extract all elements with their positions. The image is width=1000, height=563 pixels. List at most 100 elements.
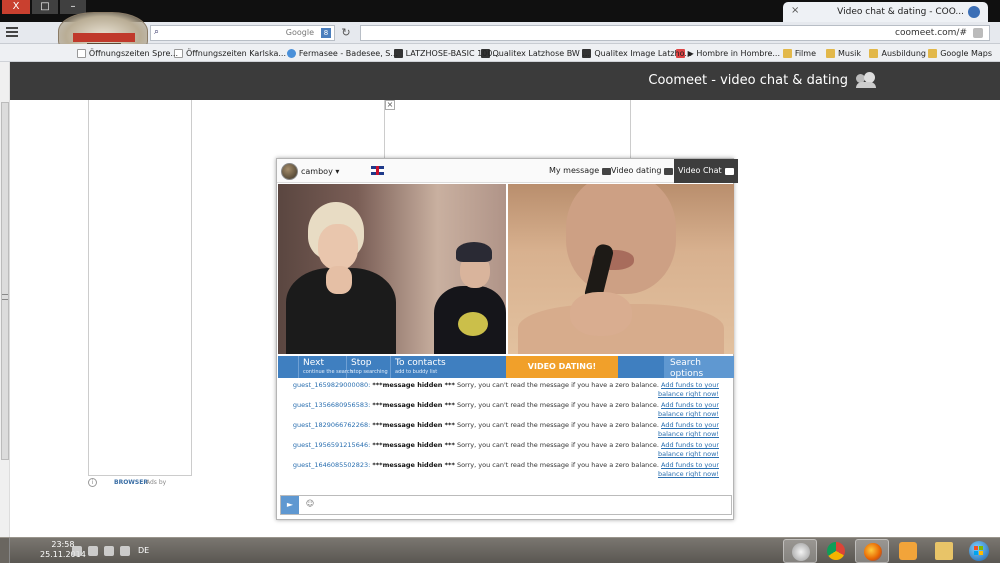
add-funds-link[interactable]: Add funds to your balance right now! bbox=[658, 461, 719, 478]
tab-my-message[interactable]: My message bbox=[549, 159, 612, 183]
scrollbar-thumb[interactable] bbox=[1, 102, 9, 460]
search-input[interactable]: ⌕ Google 8 bbox=[150, 25, 335, 41]
message-user[interactable]: guest_1659829000080: bbox=[293, 381, 370, 389]
reload-icon[interactable]: ↻ bbox=[338, 25, 354, 41]
avatar bbox=[281, 162, 298, 180]
send-button[interactable]: ► bbox=[281, 496, 299, 514]
windows-logo-icon bbox=[969, 541, 989, 561]
bookmark-item[interactable]: Öffnungszeiten Spre... bbox=[76, 47, 178, 59]
taskbar-app-paint[interactable] bbox=[783, 539, 817, 563]
flag-icon[interactable] bbox=[88, 546, 98, 556]
user-menu[interactable]: camboy ▾ bbox=[281, 162, 339, 180]
page-scrollbar[interactable] bbox=[0, 62, 10, 563]
list-item: guest_1659829000080: ***message hidden *… bbox=[292, 381, 719, 398]
envelope-icon bbox=[602, 167, 612, 175]
paint-icon bbox=[792, 543, 810, 561]
volume-icon[interactable] bbox=[72, 546, 82, 556]
network-icon[interactable] bbox=[104, 546, 114, 556]
ad-brand[interactable]: BROWSER bbox=[114, 479, 148, 486]
page-icon bbox=[973, 28, 983, 38]
page-icon bbox=[76, 48, 86, 58]
info-icon[interactable]: i bbox=[88, 478, 97, 487]
language-indicator[interactable]: DE bbox=[138, 546, 149, 555]
site-header: Coomeet - video chat & dating bbox=[10, 62, 1000, 100]
taskbar-app-firefox[interactable] bbox=[855, 539, 889, 563]
message-user[interactable]: guest_1646085502823: bbox=[293, 461, 370, 469]
search-badge: 8 bbox=[321, 28, 331, 38]
search-icon[interactable]: ⌕ bbox=[154, 27, 159, 37]
search-options-button[interactable]: Search options bbox=[664, 356, 734, 379]
site-title: Coomeet - video chat & dating bbox=[648, 73, 848, 88]
list-item: guest_1829066762268: ***message hidden *… bbox=[292, 421, 719, 438]
list-item: guest_1356680956583: ***message hidden *… bbox=[292, 401, 719, 418]
menu-icon[interactable] bbox=[6, 27, 18, 39]
message-user[interactable]: guest_1829066762268: bbox=[293, 421, 370, 429]
tab-close-icon[interactable]: × bbox=[791, 5, 799, 16]
bookmark-item[interactable]: Fermasee - Badesee, S... bbox=[286, 47, 398, 59]
start-button[interactable] bbox=[966, 539, 992, 563]
url-text: coomeet.com/# bbox=[895, 28, 967, 38]
windows-taskbar: 23:58 25.11.2014 DE bbox=[0, 537, 1000, 563]
globe-icon bbox=[286, 48, 296, 58]
to-contacts-button[interactable]: To contacts add to buddy list bbox=[390, 356, 456, 378]
folder-icon bbox=[935, 542, 953, 560]
add-funds-link[interactable]: Add funds to your balance right now! bbox=[658, 381, 719, 398]
favicon-icon bbox=[968, 6, 980, 18]
ad-panel-left bbox=[88, 100, 192, 476]
ad-footer-left: i BROWSER Ads by bbox=[88, 478, 192, 490]
bookmark-item[interactable]: Google Maps bbox=[928, 47, 992, 59]
message-user[interactable]: guest_1956591215646: bbox=[293, 441, 370, 449]
tab-video-chat[interactable]: Video Chat bbox=[674, 159, 738, 183]
next-button[interactable]: Next continue the search bbox=[298, 356, 353, 378]
browser-tab-bar: X □ – + Video chat & dating - COO... × bbox=[0, 0, 1000, 22]
bookmark-item[interactable]: LATZHOSE-BASIC 100... bbox=[393, 47, 500, 59]
window-close-button[interactable]: X bbox=[2, 0, 30, 14]
browser-toolbar: ⌕ Google 8 ↻ coomeet.com/# bbox=[0, 22, 1000, 44]
bookmark-item[interactable]: Öffnungszeiten Karlska... bbox=[174, 47, 286, 59]
taskbar-app-explorer[interactable] bbox=[927, 539, 961, 563]
bookmark-item[interactable]: Qualitex Image Latzho... bbox=[582, 47, 692, 59]
taskbar-app-chrome[interactable] bbox=[819, 539, 853, 563]
tab-title: Video chat & dating - COO... bbox=[837, 7, 964, 17]
chat-controls: ◀◀ Search options VIDEO DATING! To conta… bbox=[278, 356, 734, 379]
tab-video-dating[interactable]: Video dating bbox=[611, 159, 674, 183]
bookmark-item[interactable]: Ausbildung bbox=[869, 47, 926, 59]
message-list: guest_1659829000080: ***message hidden *… bbox=[283, 381, 727, 491]
uk-flag-icon[interactable] bbox=[371, 166, 384, 175]
video-chat-widget: camboy ▾ My message Video dating Video C… bbox=[276, 158, 738, 520]
browser-tab-active[interactable]: Video chat & dating - COO... × bbox=[783, 2, 988, 22]
taskbar-app-media[interactable] bbox=[891, 539, 925, 563]
firefox-icon bbox=[864, 543, 882, 561]
media-player-icon bbox=[899, 542, 917, 560]
add-funds-link[interactable]: Add funds to your balance right now! bbox=[658, 421, 719, 438]
folder-icon bbox=[928, 48, 938, 58]
show-desktop-button[interactable] bbox=[0, 538, 10, 563]
tray-arrow-icon[interactable] bbox=[120, 546, 130, 556]
message-user[interactable]: guest_1356680956583: bbox=[293, 401, 370, 409]
video-dating-button[interactable]: VIDEO DATING! bbox=[506, 356, 618, 378]
bookmark-item[interactable]: Filme bbox=[782, 47, 816, 59]
window-maximize-button[interactable]: □ bbox=[32, 0, 58, 14]
users-icon bbox=[664, 167, 674, 175]
emoji-icon[interactable]: ☺ bbox=[303, 499, 317, 511]
scrollbar-grip-icon bbox=[2, 294, 8, 300]
search-placeholder: Google bbox=[285, 28, 314, 37]
pulse-icon bbox=[724, 167, 734, 175]
bookmark-item[interactable]: Musik bbox=[826, 47, 861, 59]
add-funds-link[interactable]: Add funds to your balance right now! bbox=[658, 441, 719, 458]
list-item: guest_1646085502823: ***message hidden *… bbox=[292, 461, 719, 478]
self-video bbox=[508, 184, 734, 354]
url-bar[interactable]: coomeet.com/# bbox=[360, 25, 990, 41]
bookmarks-bar: Google Maps Ausbildung Musik Filme ▶ Hom… bbox=[0, 44, 1000, 62]
message-input[interactable]: ► ☺ bbox=[280, 495, 732, 515]
ad-note: Ads by bbox=[146, 479, 167, 486]
close-icon[interactable]: × bbox=[385, 100, 395, 110]
widget-top-bar: camboy ▾ My message Video dating Video C… bbox=[277, 159, 738, 183]
folder-icon bbox=[782, 48, 792, 58]
users-icon bbox=[856, 72, 876, 88]
window-minimize-button[interactable]: – bbox=[60, 0, 86, 14]
add-funds-link[interactable]: Add funds to your balance right now! bbox=[658, 401, 719, 418]
folder-icon bbox=[826, 48, 835, 58]
ad-panel-center: × bbox=[384, 100, 631, 160]
username: camboy ▾ bbox=[301, 166, 340, 176]
